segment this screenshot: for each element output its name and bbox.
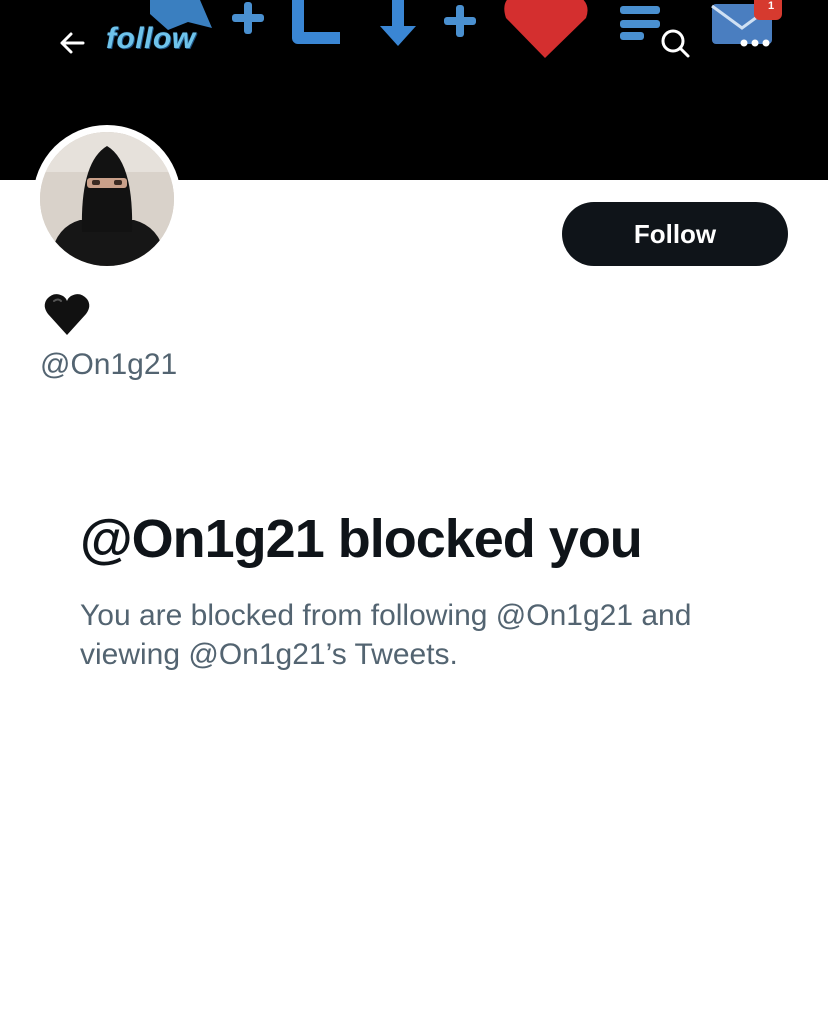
search-icon bbox=[661, 29, 690, 58]
list-icon bbox=[620, 6, 660, 40]
more-horizontal-icon bbox=[740, 39, 770, 47]
display-name bbox=[42, 290, 92, 340]
avatar-image bbox=[40, 132, 174, 266]
black-heart-icon bbox=[44, 294, 90, 335]
more-button[interactable] bbox=[735, 23, 775, 63]
heart-icon bbox=[504, 0, 588, 58]
search-button[interactable] bbox=[655, 23, 695, 63]
plus-icon bbox=[232, 2, 264, 34]
notification-count: 1 bbox=[767, 0, 775, 12]
back-button[interactable] bbox=[52, 23, 92, 63]
banner-follow-text: follow bbox=[106, 22, 196, 55]
plus-icon bbox=[444, 5, 476, 37]
follow-button[interactable]: Follow bbox=[562, 202, 788, 266]
blocked-title: @On1g21 blocked you bbox=[80, 509, 643, 569]
blocked-description: You are blocked from following @On1g21 a… bbox=[80, 599, 692, 671]
retweet-icon bbox=[292, 0, 404, 44]
avatar[interactable] bbox=[40, 132, 174, 266]
avatar-frame[interactable] bbox=[33, 125, 181, 273]
arrow-left-icon bbox=[60, 32, 85, 54]
profile-handle: @On1g21 bbox=[40, 348, 178, 381]
